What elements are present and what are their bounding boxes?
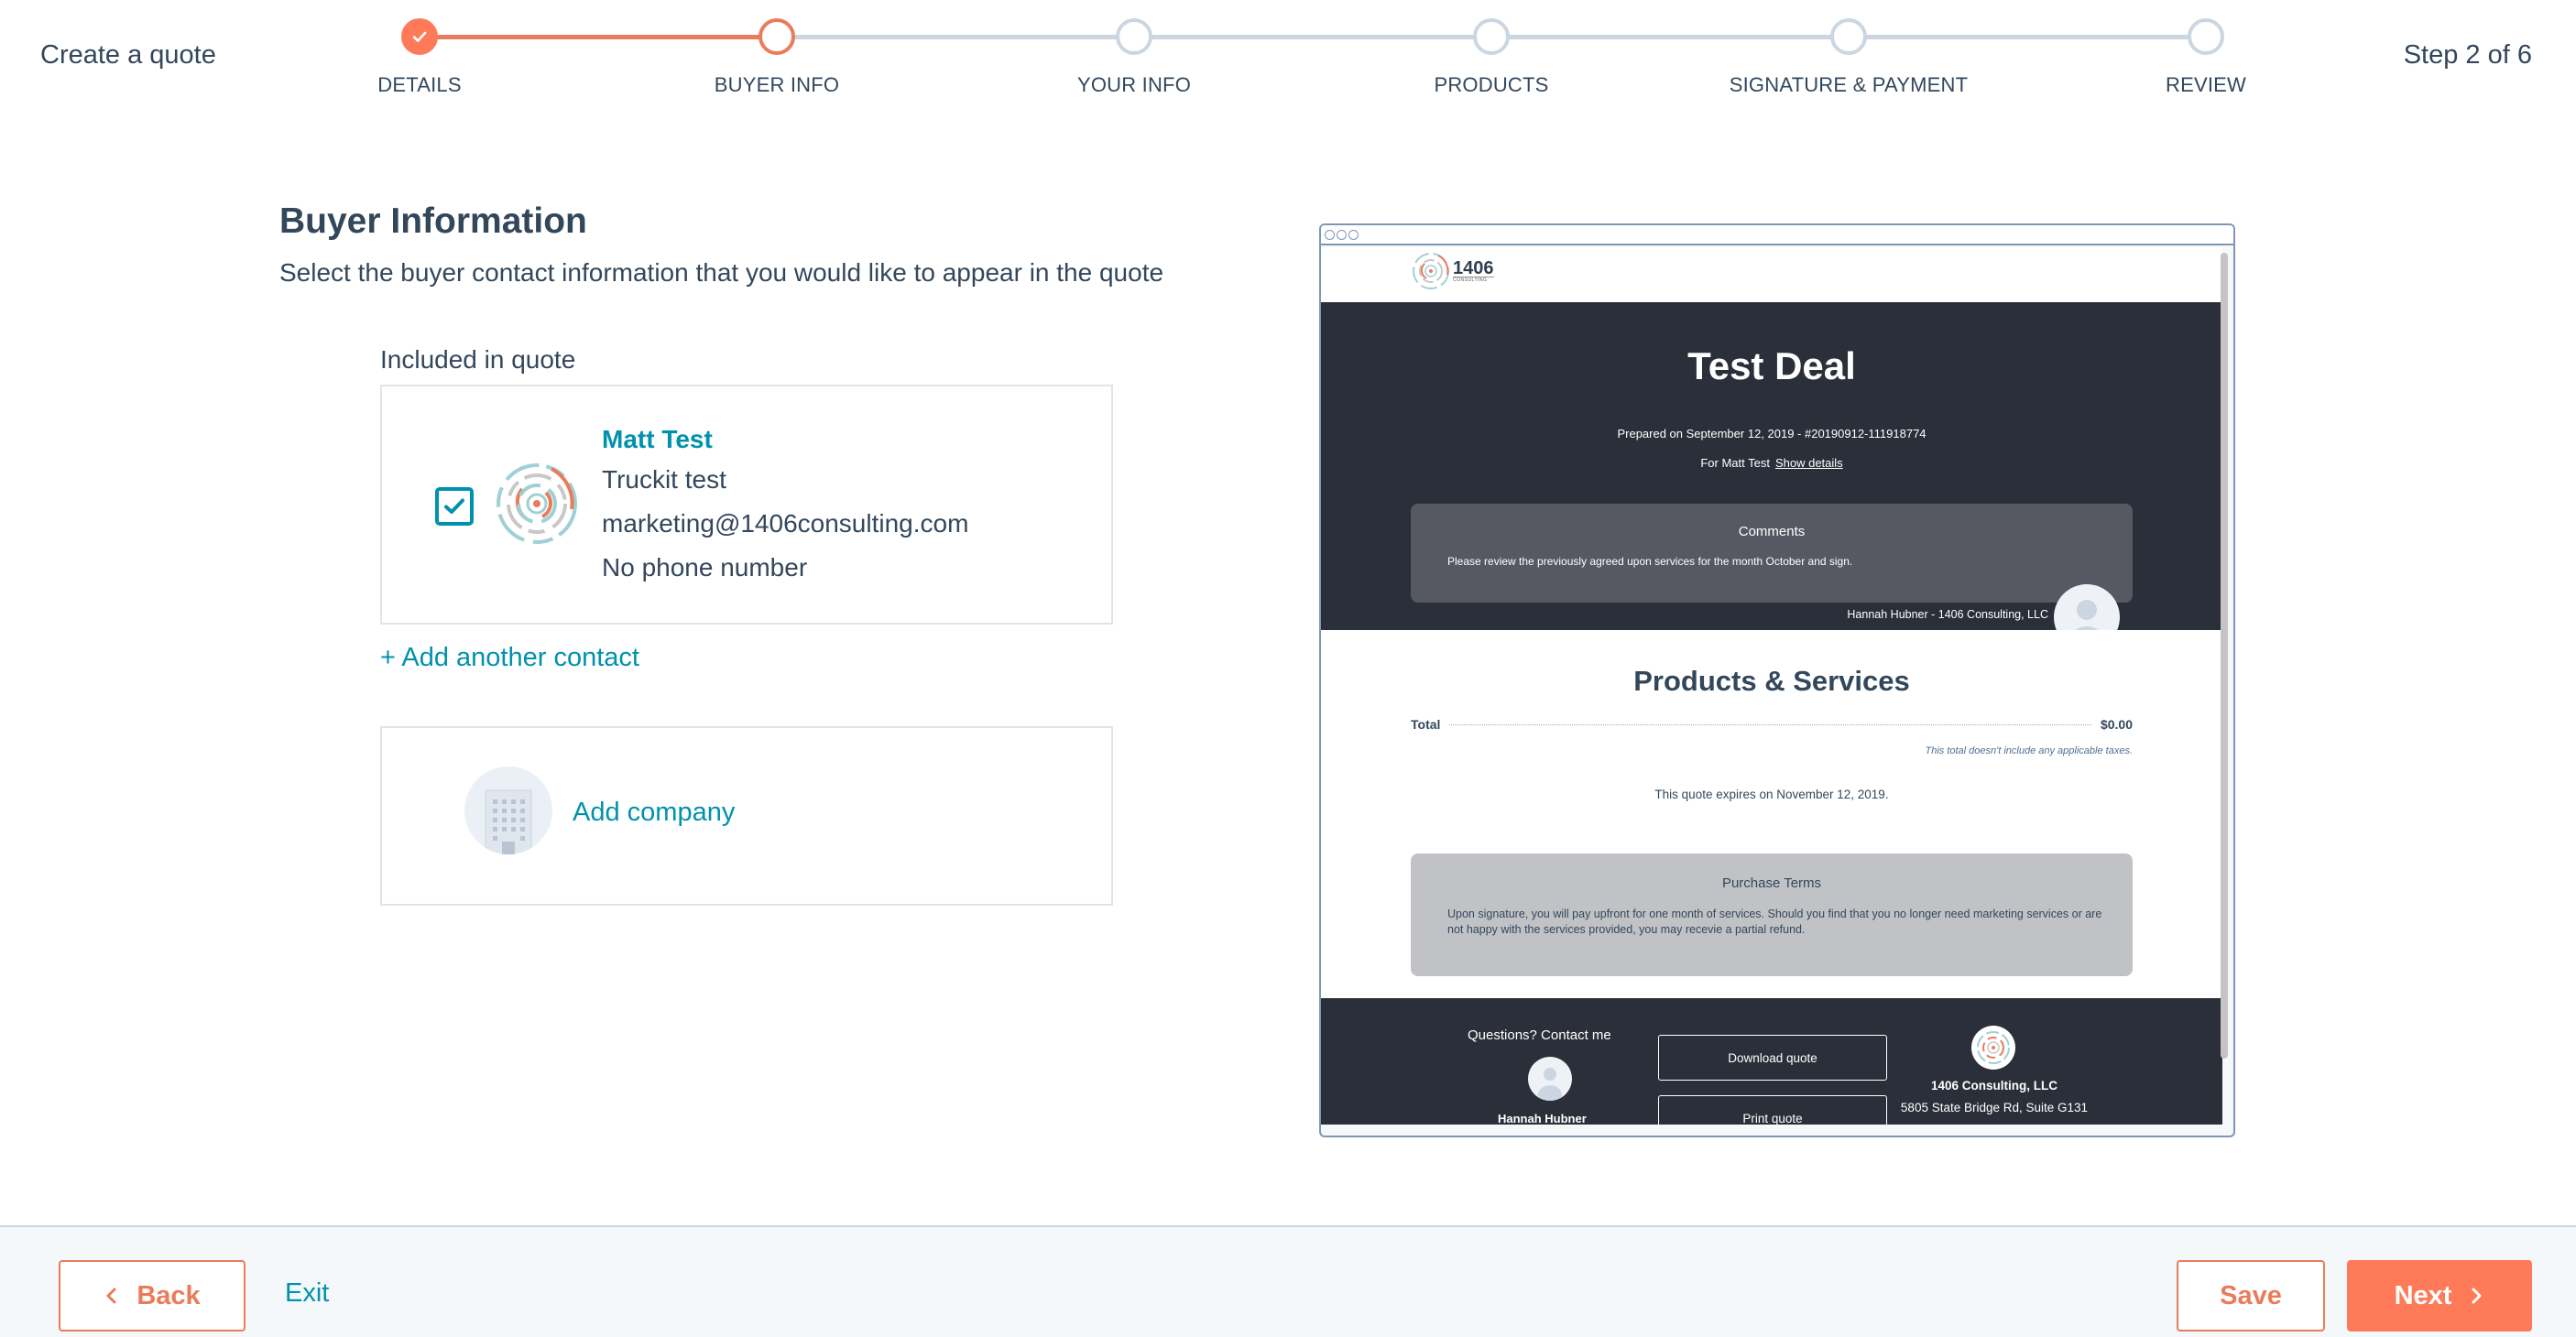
logo-wordmark: 1406 CONSULTING <box>1453 257 1494 283</box>
comments-text: Please review the previously agreed upon… <box>1447 555 1853 568</box>
contact-info: Matt Test Truckit test marketing@1406con… <box>602 421 968 590</box>
quote-for-label: For Matt Test <box>1700 456 1770 470</box>
step-label: YOUR INFO <box>1076 73 1192 96</box>
tax-note: This total doesn't include any applicabl… <box>1925 745 2133 756</box>
section-subtitle: Select the buyer contact information tha… <box>279 258 1164 287</box>
preview-hero: Test Deal Prepared on September 12, 2019… <box>1321 302 2222 650</box>
preview-company-logo: 1406 CONSULTING <box>1411 251 1494 291</box>
host-name: Hannah Hubner <box>1498 1112 1587 1125</box>
purchase-terms-text: Upon signature, you will pay upfront for… <box>1447 908 2102 936</box>
total-row: Total $0.00 <box>1411 717 2133 732</box>
checkmark-icon <box>444 498 464 514</box>
company-logo-avatar <box>497 463 577 544</box>
back-button[interactable]: Back <box>59 1260 246 1332</box>
exit-link[interactable]: Exit <box>285 1278 329 1309</box>
expiry-note: This quote expires on November 12, 2019. <box>1654 788 1889 801</box>
total-leader-dots <box>1449 723 2091 725</box>
chevron-right-icon <box>2472 1288 2482 1304</box>
contact-me-label: Questions? Contact me <box>1468 1027 1611 1043</box>
wizard-footer: Back Exit Save Next <box>0 1225 2576 1337</box>
preview-logo-bar: 1406 CONSULTING <box>1321 247 2222 302</box>
preview-scrollbar[interactable] <box>2221 253 2228 1059</box>
step-label: REVIEW <box>2166 73 2246 96</box>
products-section: Products & Services Total $0.00 This tot… <box>1321 630 2222 998</box>
preview-footer: Questions? Contact me Hannah Hubner Down… <box>1321 998 2222 1125</box>
contact-card: Matt Test Truckit test marketing@1406con… <box>380 385 1113 625</box>
include-contact-checkbox[interactable] <box>435 487 474 526</box>
window-dot-icon <box>1337 229 1347 240</box>
next-button[interactable]: Next <box>2347 1260 2532 1332</box>
preview-window-chrome <box>1321 225 2233 245</box>
total-value: $0.00 <box>2100 717 2133 732</box>
comments-title: Comments <box>1738 524 1806 539</box>
contact-email: marketing@1406consulting.com <box>602 509 969 538</box>
step-pending-icon <box>1116 18 1152 55</box>
add-company-card[interactable]: Add company <box>380 726 1113 906</box>
next-label: Next <box>2394 1280 2452 1310</box>
checkmark-icon <box>412 31 427 42</box>
preview-viewport: 1406 CONSULTING Test Deal Prepared on Se… <box>1321 247 2222 1125</box>
stepper-line-complete <box>420 35 777 39</box>
quote-preview: 1406 CONSULTING Test Deal Prepared on Se… <box>1319 223 2235 1137</box>
print-quote-button[interactable]: Print quote <box>1658 1095 1887 1125</box>
building-glyph <box>485 789 532 854</box>
step-label: BUYER INFO <box>714 73 840 96</box>
back-label: Back <box>136 1280 201 1310</box>
signer-line: Hannah Hubner - 1406 Consulting, LLC <box>1847 608 2048 621</box>
chevron-left-icon <box>106 1288 116 1304</box>
quote-for-line: For Matt Test Show details <box>1321 456 2222 470</box>
contact-name[interactable]: Matt Test <box>602 421 968 458</box>
total-label: Total <box>1411 717 1441 732</box>
person-icon <box>1538 1068 1562 1101</box>
quote-header: Create a quote DETAILS BUYER INFO YOUR I… <box>0 0 2576 119</box>
step-complete-icon <box>401 18 438 55</box>
download-quote-button[interactable]: Download quote <box>1658 1035 1887 1081</box>
show-details-link[interactable]: Show details <box>1775 456 1843 470</box>
window-dot-icon <box>1325 229 1335 240</box>
add-another-contact-link[interactable]: + Add another contact <box>380 643 639 673</box>
add-company-link[interactable]: Add company <box>573 798 735 828</box>
step-pending-icon <box>1830 18 1867 55</box>
progress-stepper: DETAILS BUYER INFO YOUR INFO PRODUCTS SI… <box>0 0 2576 119</box>
host-avatar-icon <box>1528 1057 1572 1101</box>
logo-rings-icon <box>1413 253 1449 289</box>
purchase-terms-box: Purchase Terms Upon signature, you will … <box>1411 853 2133 976</box>
step-pending-icon <box>1473 18 1510 55</box>
save-label: Save <box>2220 1280 2282 1310</box>
quote-title: Test Deal <box>1687 344 1856 387</box>
step-active-icon <box>759 18 795 55</box>
purchase-terms-title: Purchase Terms <box>1721 875 1822 891</box>
step-counter: Step 2 of 6 <box>2403 40 2532 70</box>
footer-company-logo-icon <box>1971 1026 2015 1070</box>
logo-text: 1406 <box>1453 257 1494 278</box>
footer-company-address: 5805 State Bridge Rd, Suite G131 <box>1900 1101 2089 1114</box>
step-label: PRODUCTS <box>1434 73 1549 96</box>
contact-phone: No phone number <box>602 553 808 582</box>
included-in-quote-label: Included in quote <box>380 345 576 374</box>
step-label: SIGNATURE & PAYMENT <box>1729 73 1969 96</box>
logo-rings-icon <box>1977 1031 2010 1064</box>
comments-box: Comments Please review the previously ag… <box>1411 504 2133 603</box>
building-icon <box>464 766 552 854</box>
section-title: Buyer Information <box>279 201 587 241</box>
step-label: DETAILS <box>377 73 462 96</box>
quote-prepared-line: Prepared on September 12, 2019 - #201909… <box>1617 427 1927 440</box>
save-button[interactable]: Save <box>2177 1260 2325 1332</box>
step-pending-icon <box>2188 18 2224 55</box>
products-title: Products & Services <box>1633 665 1910 697</box>
footer-company-name: 1406 Consulting, LLC <box>1930 1079 2058 1092</box>
contact-company: Truckit test <box>602 465 726 494</box>
window-dot-icon <box>1348 229 1359 240</box>
